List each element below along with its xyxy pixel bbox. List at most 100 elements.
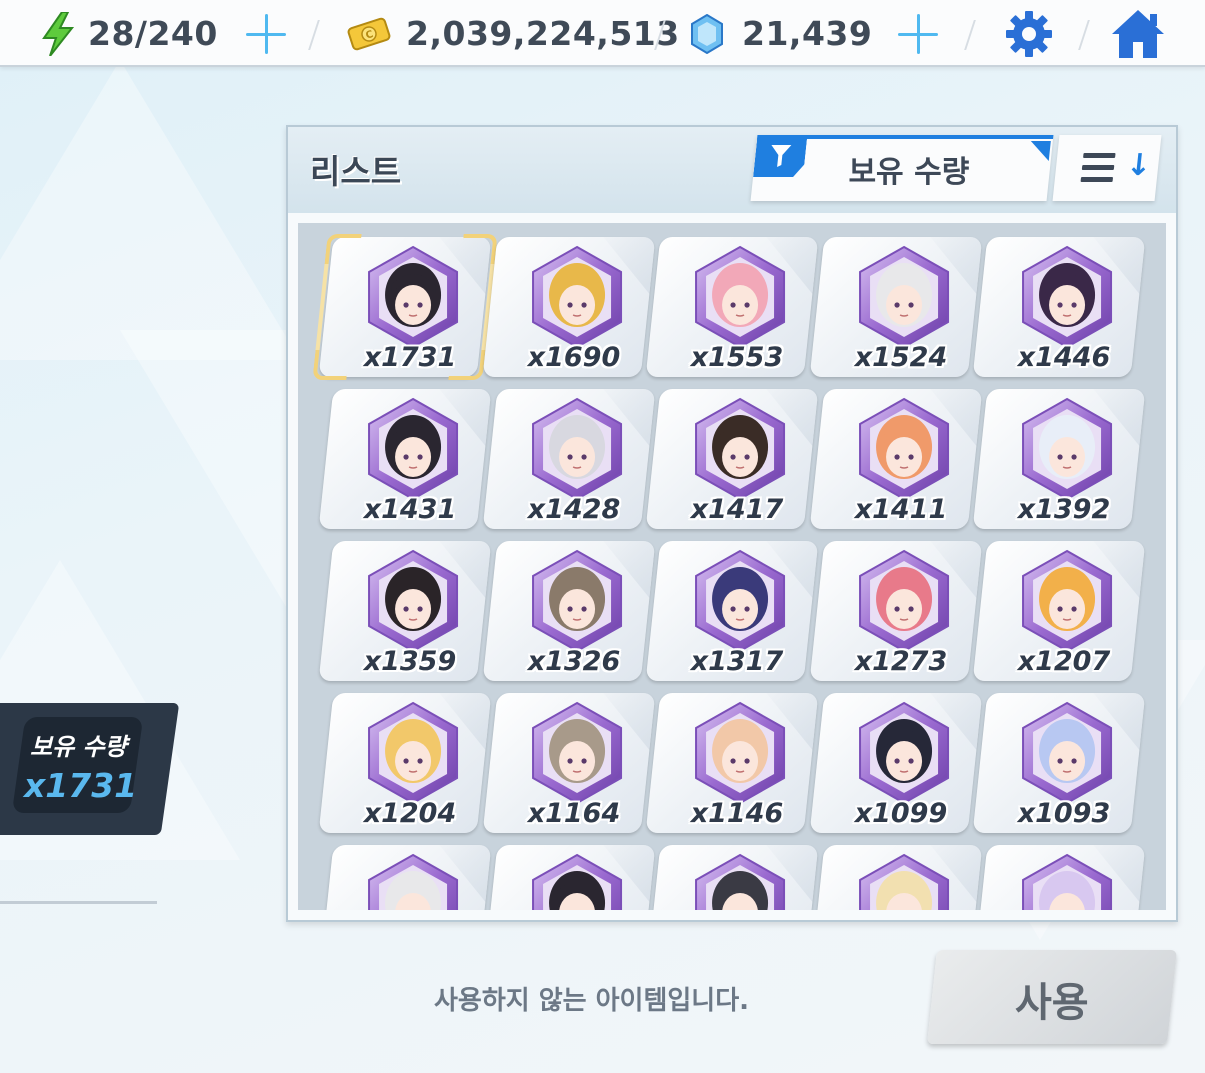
item-count: x1204 [364,798,457,829]
use-button-label: 사용 [1014,980,1089,1026]
item-card[interactable]: x1273 [809,541,982,681]
description-divider [0,901,157,904]
item-card[interactable]: x1431 [318,389,492,529]
gold-value: 2,039,224,513 [406,14,680,53]
character-portrait-icon [688,701,792,805]
use-button[interactable]: 사용 [927,950,1177,1044]
character-portrait-icon [361,701,465,805]
item-card[interactable]: x1164 [482,693,655,833]
character-portrait-icon [1015,245,1119,349]
item-card[interactable]: x1099 [809,693,982,833]
add-gems-button[interactable] [898,14,938,54]
character-portrait-icon [688,245,792,349]
stamina-value: 28/240 [88,14,218,53]
item-count: x1146 [691,798,784,829]
item-list-panel: 리스트 보유 수량 ↓ x1731 x1690 x1553 x1524 x1446 x14… [286,125,1178,922]
item-card[interactable]: x1524 [809,237,982,377]
item-card[interactable] [482,845,655,910]
character-portrait-icon [852,701,956,805]
item-count: x1093 [1018,798,1111,829]
filter-tag [753,135,807,177]
add-stamina-button[interactable] [246,14,286,54]
item-card[interactable]: x1207 [972,541,1146,681]
item-grid-frame: x1731 x1690 x1553 x1524 x1446 x1431 x1428 x1417… [288,213,1176,920]
item-card[interactable]: x1428 [482,389,655,529]
item-count: x1731 [364,342,457,373]
character-portrait-icon [688,549,792,653]
character-portrait-icon [361,245,465,349]
item-count: x1392 [1018,494,1111,525]
unused-item-notice: 사용하지 않는 아이템입니다. [434,986,750,1016]
item-card[interactable]: x1359 [318,541,492,681]
character-portrait-icon [1015,701,1119,805]
item-count: x1207 [1018,646,1111,677]
item-count: x1524 [854,342,948,373]
item-card[interactable]: x1731 [318,237,492,377]
crystal-gem-icon [690,13,724,54]
character-portrait-icon [688,397,792,501]
character-portrait-icon [361,397,465,501]
stamina-resource: 28/240 [40,0,218,67]
character-portrait-icon [525,853,629,910]
item-count: x1326 [527,646,621,677]
item-count: x1164 [527,798,621,829]
list-header: 리스트 보유 수량 ↓ [288,127,1176,213]
arrow-down-icon: ↓ [1124,148,1154,183]
character-portrait-icon [525,701,629,805]
character-portrait-icon [852,245,956,349]
item-count: x1317 [691,646,784,677]
item-count: x1099 [854,798,948,829]
dropdown-arrow-icon [1028,141,1051,161]
home-icon[interactable] [1110,8,1166,60]
character-portrait-icon [688,853,792,910]
character-portrait-icon [852,853,956,910]
item-card[interactable]: x1446 [972,237,1146,377]
gold-resource: C 2,039,224,513 [346,0,680,67]
item-count: x1428 [527,494,621,525]
resource-bar: 28/240 C 2,039,224,513 21,439 [0,0,1205,67]
item-count: x1417 [691,494,784,525]
item-count: x1411 [854,494,948,525]
item-card[interactable]: x1417 [645,389,819,529]
item-card[interactable]: x1146 [645,693,819,833]
item-count: x1446 [1018,342,1111,373]
character-portrait-icon [361,549,465,653]
character-portrait-icon [525,549,629,653]
gem-resource: 21,439 [690,0,872,67]
item-description: . [0,862,3,895]
item-card[interactable]: x1204 [318,693,492,833]
lightning-icon [40,10,76,57]
divider [964,20,976,50]
item-card[interactable] [318,845,492,910]
item-card[interactable]: x1093 [972,693,1146,833]
item-card[interactable] [972,845,1146,910]
item-count: x1690 [527,342,621,373]
character-portrait-icon [852,397,956,501]
divider [308,20,320,50]
item-count: x1553 [691,342,784,373]
character-portrait-icon [1015,549,1119,653]
gold-coin-icon: C [346,17,392,51]
gem-value: 21,439 [742,14,873,53]
item-grid: x1731 x1690 x1553 x1524 x1446 x1431 x1428 x1417… [298,223,1166,910]
held-quantity-label: 보유 수량 [30,733,127,761]
item-card[interactable]: x1690 [482,237,655,377]
sort-button[interactable]: ↓ [1052,135,1162,201]
gear-icon[interactable] [1004,9,1054,59]
item-card[interactable]: x1553 [645,237,819,377]
item-card[interactable] [809,845,982,910]
held-quantity-value: x1731 [24,766,138,805]
item-card[interactable]: x1317 [645,541,819,681]
character-portrait-icon [361,853,465,910]
item-card[interactable]: x1411 [809,389,982,529]
filter-selected-label: 보유 수량 [848,155,970,190]
character-portrait-icon [1015,853,1119,910]
funnel-icon [769,145,791,167]
character-portrait-icon [525,245,629,349]
sort-descending-icon [1080,153,1116,183]
item-card[interactable]: x1392 [972,389,1146,529]
filter-dropdown[interactable]: 보유 수량 [750,135,1054,201]
item-card[interactable]: x1326 [482,541,655,681]
divider [1078,20,1090,50]
item-card[interactable] [645,845,819,910]
